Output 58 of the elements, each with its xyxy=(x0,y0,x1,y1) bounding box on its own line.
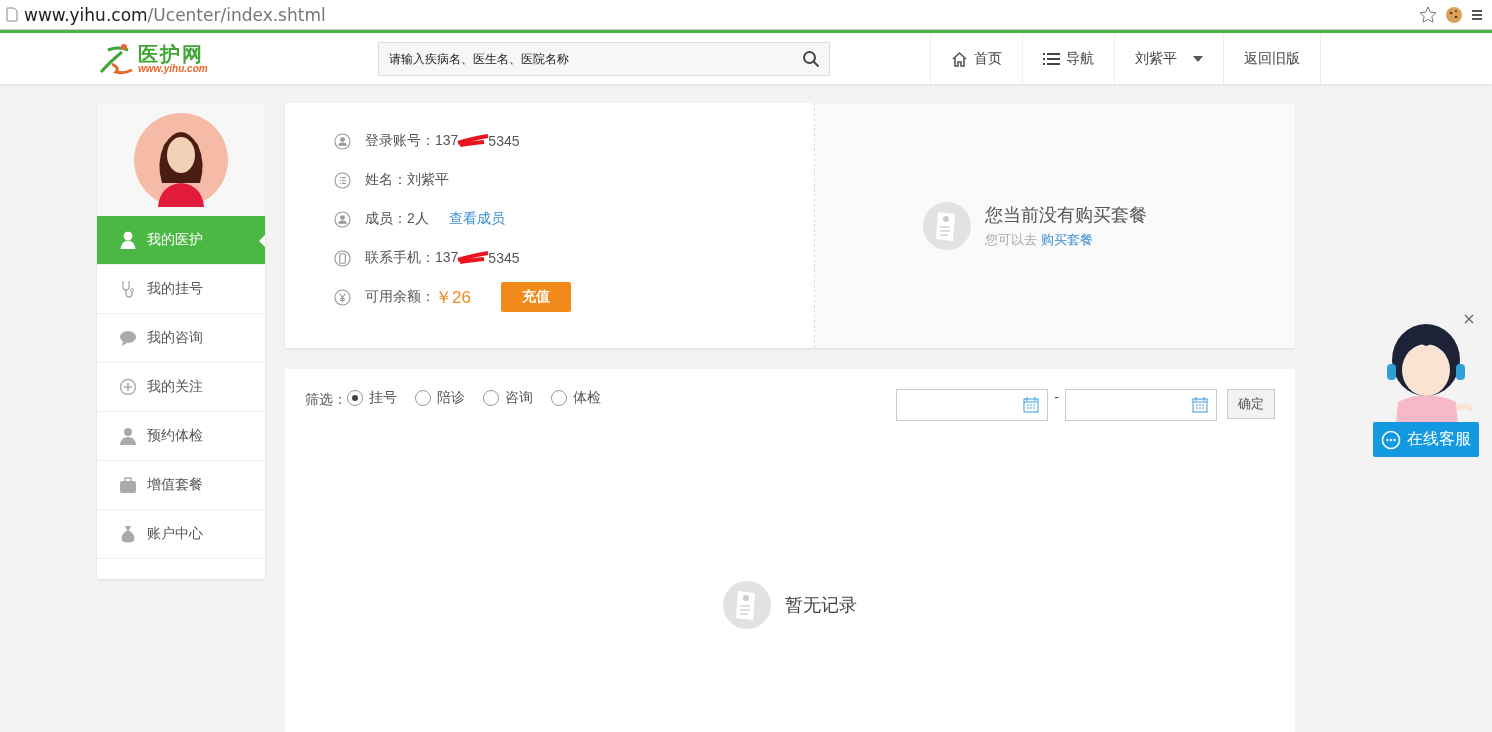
menu-icon[interactable] xyxy=(1470,7,1484,22)
view-members-link[interactable]: 查看成员 xyxy=(448,210,505,228)
package-title: 您当前没有购买套餐 xyxy=(985,203,1147,227)
close-icon[interactable] xyxy=(1464,314,1474,324)
package-hint: 您可以去 xyxy=(985,231,1037,247)
logo-text: 医护网 xyxy=(138,43,204,64)
confirm-button[interactable]: 确定 xyxy=(1227,389,1275,419)
balance-amount: ￥26 xyxy=(435,286,471,309)
date-field[interactable] xyxy=(1065,389,1217,421)
user-icon xyxy=(334,210,351,228)
chat-bubble-icon xyxy=(119,329,137,347)
radio-option[interactable]: 陪诊 xyxy=(415,389,465,407)
document-icon xyxy=(723,581,771,629)
cookie-icon[interactable] xyxy=(1444,4,1464,25)
nav-link[interactable]: 导航 xyxy=(1023,33,1115,84)
search-icon[interactable] xyxy=(802,49,820,68)
list-icon xyxy=(1043,51,1060,66)
nav-link[interactable]: 刘紫平 xyxy=(1115,33,1224,84)
date-separator: - xyxy=(1054,389,1059,405)
phone-icon xyxy=(334,249,351,267)
info-text: 姓名：刘紫平 xyxy=(365,171,449,189)
medical-kit-icon xyxy=(119,476,137,494)
radio-option[interactable]: 挂号 xyxy=(347,389,397,407)
balance-label: 可用余额： xyxy=(365,288,435,306)
calendar-icon[interactable] xyxy=(1023,397,1040,413)
home-icon xyxy=(951,50,968,67)
filter-label: 筛选： xyxy=(305,391,347,409)
sidebar-item[interactable]: 增值套餐 xyxy=(97,461,265,510)
list-icon xyxy=(334,171,351,189)
user-icon xyxy=(334,132,351,150)
empty-message: 暂无记录 xyxy=(785,594,857,617)
nav-link[interactable]: 返回旧版 xyxy=(1224,33,1321,84)
plus-circle-icon xyxy=(119,378,137,396)
info-text: 登录账号：137 5345 xyxy=(365,132,520,150)
caret-icon xyxy=(1193,55,1203,62)
person-icon xyxy=(119,427,137,445)
calendar-icon[interactable] xyxy=(1192,397,1208,413)
star-icon[interactable] xyxy=(1418,4,1438,25)
document-icon xyxy=(923,201,971,250)
yen-icon xyxy=(334,288,351,306)
money-bag-icon xyxy=(119,525,137,543)
nav-link[interactable]: 首页 xyxy=(931,33,1023,84)
sidebar-item[interactable]: 预约体检 xyxy=(97,412,265,461)
stethoscope-icon xyxy=(119,280,137,298)
search-field[interactable]: 请输入疾病名、医生名、医院名称 xyxy=(378,41,830,76)
logo-url: www.yihu.com xyxy=(138,63,208,74)
info-text: 成员：2人 xyxy=(365,210,429,228)
date-field[interactable] xyxy=(896,389,1049,421)
address-bar-url[interactable]: www.yihu.com/Ucenter/index.shtml xyxy=(24,4,326,25)
sidebar-item[interactable]: 我的关注 xyxy=(97,363,265,412)
radio-option[interactable]: 咨询 xyxy=(483,389,533,407)
sidebar-item[interactable]: 我的咨询 xyxy=(97,314,265,363)
info-text: 联系手机：137 5345 xyxy=(365,249,520,267)
sidebar-item[interactable]: 我的挂号 xyxy=(97,265,265,314)
page-icon xyxy=(6,7,18,22)
chat-bubble-icon xyxy=(1381,429,1401,450)
sidebar-item[interactable]: 账户中心 xyxy=(97,510,265,559)
radio-option[interactable]: 体检 xyxy=(551,389,601,407)
